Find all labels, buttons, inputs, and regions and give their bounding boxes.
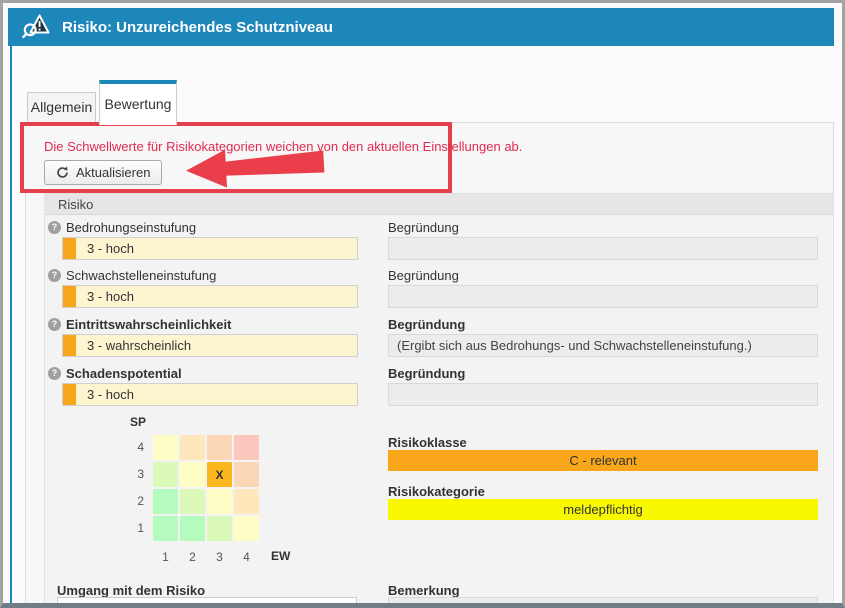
matrix-cell[interactable] [153,462,178,487]
risk-matrix-grid: X [153,435,259,541]
begruendung-label-2: Begründung [388,268,459,283]
begruendung-input-2 [388,285,818,308]
help-icon[interactable]: ? [48,318,61,331]
schwachstellen-label: Schwachstelleneinstufung [66,268,216,283]
matrix-row-label: 4 [124,435,144,460]
eintritt-value: 3 - wahrscheinlich [87,338,191,353]
begruendung-label-1: Begründung [388,220,459,235]
matrix-col-label: 4 [234,550,259,564]
eintritt-select[interactable]: 3 - wahrscheinlich [62,334,358,357]
begruendung-label-3: Begründung [388,317,465,332]
aktualisieren-button[interactable]: Aktualisieren [44,160,162,185]
matrix-cell[interactable] [234,462,259,487]
eintritt-label: Eintrittswahrscheinlichkeit [66,317,231,332]
schaden-label: Schadenspotential [66,366,182,381]
refresh-icon [56,166,69,179]
risikokategorie-banner: meldepflichtig [388,499,818,520]
matrix-cell[interactable] [180,462,205,487]
begruendung-input-4 [388,383,818,406]
risikoklasse-banner: C - relevant [388,450,818,471]
matrix-cell[interactable] [207,435,232,460]
matrix-cell-selected[interactable]: X [207,462,232,487]
window-title: Risiko: Unzureichendes Schutzniveau [62,19,333,36]
umgang-select[interactable]: behandeln [57,597,357,608]
rating-color-bar [63,335,76,356]
risikokategorie-label: Risikokategorie [388,484,485,499]
bedrohung-select[interactable]: 3 - hoch [62,237,358,260]
tab-bewertung[interactable]: Bewertung [99,80,177,125]
schwachstellen-value: 3 - hoch [87,289,134,304]
rating-color-bar [63,384,76,405]
matrix-row-labels: 4 3 2 1 [124,435,144,541]
schaden-value: 3 - hoch [87,387,134,402]
bedrohung-label: Bedrohungseinstufung [66,220,196,235]
matrix-cell[interactable] [153,489,178,514]
rating-color-bar [63,286,76,307]
matrix-col-label: 1 [153,550,178,564]
matrix-cell[interactable] [234,489,259,514]
matrix-cell[interactable] [207,489,232,514]
matrix-cell[interactable] [153,516,178,541]
risk-dialog-window: Risiko: Unzureichendes Schutzniveau Allg… [0,0,845,608]
dialog-left-accent [10,46,12,603]
risk-warning-search-icon [22,13,50,41]
matrix-col-label: 2 [180,550,205,564]
matrix-cell[interactable] [180,516,205,541]
begruendung-input-1 [388,237,818,260]
annotation-arrow-icon [186,143,328,191]
begruendung-input-3: (Ergibt sich aus Bedrohungs- und Schwach… [388,334,818,357]
bemerkung-input [388,597,818,608]
sp-axis-label: SP [130,415,146,429]
matrix-row-label: 3 [124,462,144,487]
help-icon[interactable]: ? [48,367,61,380]
ew-axis-label: EW [271,549,290,563]
rating-color-bar [63,238,76,259]
matrix-col-labels: 1 2 3 4 [153,550,259,564]
umgang-label: Umgang mit dem Risiko [57,583,205,598]
help-icon[interactable]: ? [48,269,61,282]
begruendung-label-4: Begründung [388,366,465,381]
schaden-select[interactable]: 3 - hoch [62,383,358,406]
aktualisieren-button-label: Aktualisieren [76,165,150,180]
matrix-cell[interactable] [180,435,205,460]
help-icon[interactable]: ? [48,221,61,234]
matrix-cell[interactable] [153,435,178,460]
schwachstellen-select[interactable]: 3 - hoch [62,285,358,308]
risikoklasse-label: Risikoklasse [388,435,467,450]
matrix-col-label: 3 [207,550,232,564]
matrix-cell[interactable] [234,516,259,541]
tab-allgemein[interactable]: Allgemein [27,92,96,122]
bedrohung-value: 3 - hoch [87,241,134,256]
matrix-cell[interactable] [234,435,259,460]
bemerkung-label: Bemerkung [388,583,460,598]
matrix-row-label: 2 [124,489,144,514]
risk-panel-header: Risiko [45,194,833,215]
matrix-cell[interactable] [207,516,232,541]
matrix-row-label: 1 [124,516,144,541]
matrix-cell[interactable] [180,489,205,514]
title-bar: Risiko: Unzureichendes Schutzniveau [8,8,834,46]
